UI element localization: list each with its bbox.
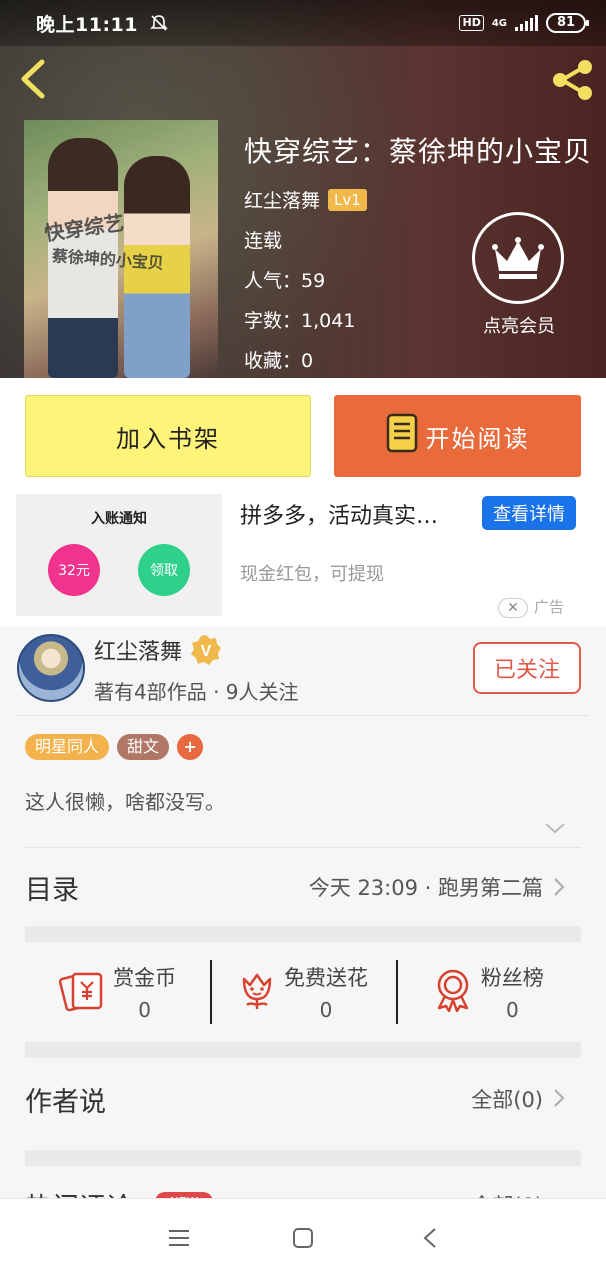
gift-label: 赏金币 bbox=[113, 966, 177, 990]
gift-bar: 赏金币 0 免费送花 0 粉丝榜 0 bbox=[25, 942, 581, 1042]
book-author[interactable]: 红尘落舞 bbox=[244, 186, 320, 213]
ad-banner[interactable]: 入账通知 32元 领取 拼多多，活动真实… 查看详情 现金红包，可提现 ✕ 广告 bbox=[0, 494, 606, 626]
status-bar: 晚上11:11 HD 4G 81 bbox=[0, 0, 606, 46]
start-reading-label: 开始阅读 bbox=[425, 424, 530, 453]
svg-text:V: V bbox=[201, 643, 212, 660]
menu-icon[interactable] bbox=[168, 1227, 190, 1253]
add-tag-button[interactable]: + bbox=[177, 734, 204, 760]
red-envelope-icon bbox=[59, 968, 105, 1016]
chevron-right-icon bbox=[553, 877, 565, 897]
tag-item[interactable]: 甜文 bbox=[117, 734, 170, 760]
book-cover[interactable]: 快穿综艺 蔡徐坤的小宝贝 bbox=[24, 120, 218, 378]
divider bbox=[17, 715, 589, 716]
follow-button[interactable]: 已关注 bbox=[473, 642, 581, 694]
gift-label: 免费送花 bbox=[283, 966, 368, 990]
signal-icon bbox=[515, 15, 538, 31]
verified-badge-icon: V bbox=[190, 634, 222, 666]
hd-icon: HD bbox=[459, 15, 484, 31]
ad-claim-circle: 领取 bbox=[138, 544, 190, 596]
crown-icon bbox=[472, 212, 564, 304]
tag-item[interactable]: 明星同人 bbox=[25, 734, 110, 760]
author-stats: 著有4部作品 · 9人关注 bbox=[94, 680, 299, 704]
author-says-all[interactable]: 全部(0) bbox=[471, 1084, 543, 1114]
ad-image[interactable]: 入账通知 32元 领取 bbox=[16, 494, 222, 616]
start-reading-button[interactable]: 开始阅读 bbox=[334, 395, 581, 477]
ad-close-icon[interactable]: ✕ bbox=[498, 598, 528, 618]
system-navigation-bar bbox=[0, 1198, 606, 1280]
section-separator bbox=[25, 1042, 581, 1058]
gift-count: 0 bbox=[138, 998, 152, 1022]
book-icon bbox=[386, 413, 418, 459]
table-of-contents-row[interactable]: 目录 今天 23:09 · 跑男第二篇 bbox=[25, 848, 581, 926]
fan-ranking-button[interactable]: 粉丝榜 0 bbox=[395, 942, 581, 1042]
vip-button[interactable]: 点亮会员 bbox=[472, 212, 566, 338]
ad-amount-circle: 32元 bbox=[48, 544, 100, 596]
back-nav-icon[interactable] bbox=[422, 1227, 438, 1253]
avatar[interactable] bbox=[17, 634, 85, 702]
mute-bell-icon bbox=[150, 14, 168, 32]
vip-label: 点亮会员 bbox=[483, 316, 555, 337]
chevron-down-icon[interactable] bbox=[544, 820, 566, 834]
flower-icon bbox=[238, 969, 276, 1015]
author-name[interactable]: 红尘落舞 bbox=[94, 634, 182, 666]
book-favorites: 收藏：0 bbox=[244, 350, 314, 372]
author-says-title: 作者说 bbox=[25, 1087, 106, 1118]
author-says-row[interactable]: 作者说 全部(0) bbox=[25, 1058, 581, 1150]
medal-icon bbox=[433, 968, 473, 1016]
latest-chapter[interactable]: 今天 23:09 · 跑男第二篇 bbox=[309, 872, 543, 902]
section-separator bbox=[25, 1150, 581, 1166]
back-icon[interactable] bbox=[16, 58, 50, 100]
ad-image-title: 入账通知 bbox=[91, 511, 147, 527]
share-icon[interactable] bbox=[550, 58, 596, 102]
author-card[interactable]: 红尘落舞 V 著有4部作品 · 9人关注 已关注 bbox=[0, 626, 606, 716]
level-badge: Lv1 bbox=[328, 188, 367, 211]
book-header: 晚上11:11 HD 4G 81 快穿综艺 蔡徐坤的小宝贝 快穿综艺：蔡徐坤的小… bbox=[0, 0, 606, 378]
action-bar: 加入书架 开始阅读 bbox=[0, 378, 606, 494]
author-intro: 这人很懒，啥都没写。 bbox=[25, 790, 225, 814]
reward-coins-button[interactable]: 赏金币 0 bbox=[25, 942, 210, 1042]
ad-detail-button[interactable]: 查看详情 bbox=[482, 496, 576, 530]
battery-icon: 81 bbox=[546, 13, 589, 33]
book-title: 快穿综艺：蔡徐坤的小宝贝 bbox=[244, 135, 593, 168]
section-separator bbox=[25, 926, 581, 942]
status-time: 晚上11:11 bbox=[36, 13, 138, 36]
send-flower-button[interactable]: 免费送花 0 bbox=[210, 942, 395, 1042]
hot-comments-row[interactable]: 热门评论 NEW 全部(0) bbox=[25, 1168, 581, 1200]
gift-label: 粉丝榜 bbox=[480, 966, 544, 990]
ad-title[interactable]: 拼多多，活动真实… bbox=[240, 498, 438, 530]
toc-title: 目录 bbox=[25, 875, 79, 906]
chevron-right-icon bbox=[553, 1088, 565, 1108]
ad-mark: 广告 bbox=[534, 598, 565, 616]
home-icon[interactable] bbox=[292, 1227, 314, 1253]
gift-count: 0 bbox=[319, 998, 333, 1022]
add-to-shelf-button[interactable]: 加入书架 bbox=[25, 395, 311, 477]
ad-subtitle: 现金红包，可提现 bbox=[240, 564, 384, 585]
tag-list: 明星同人 甜文 + bbox=[25, 734, 204, 760]
network-label: 4G bbox=[491, 17, 507, 29]
gift-count: 0 bbox=[505, 998, 519, 1022]
